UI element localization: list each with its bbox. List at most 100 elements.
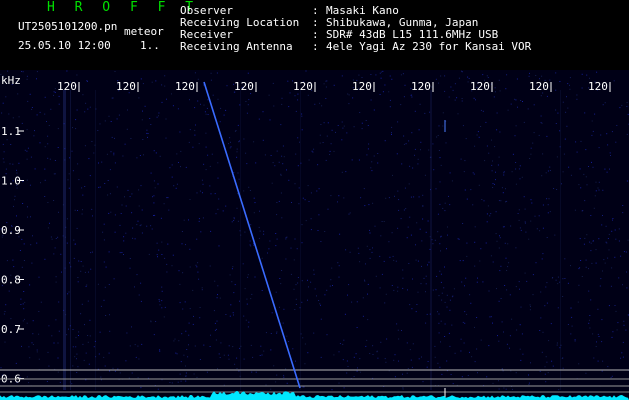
noise-speck <box>400 104 402 106</box>
noise-speck <box>410 359 412 361</box>
noise-speck <box>176 183 178 185</box>
noise-speck <box>549 79 551 81</box>
noise-speck <box>597 308 599 310</box>
noise-speck <box>76 353 78 355</box>
noise-speck <box>203 104 205 106</box>
noise-speck <box>437 362 439 364</box>
noise-speck <box>574 209 576 211</box>
noise-speck <box>283 374 285 376</box>
noise-speck <box>498 388 500 390</box>
noise-speck <box>590 215 592 216</box>
noise-speck <box>281 270 283 271</box>
noise-speck <box>166 197 168 199</box>
noise-speck <box>289 92 291 94</box>
noise-speck <box>528 75 530 77</box>
noise-speck <box>626 180 628 182</box>
noise-speck <box>519 348 521 350</box>
noise-speck <box>280 192 282 194</box>
noise-speck <box>189 199 191 200</box>
noise-speck <box>621 352 623 354</box>
noise-speck <box>408 183 410 185</box>
noise-speck <box>602 270 603 272</box>
noise-speck <box>400 74 402 76</box>
noise-speck <box>595 190 597 192</box>
noise-speck <box>206 371 208 373</box>
noise-speck <box>14 195 16 197</box>
noise-speck <box>335 131 336 133</box>
noise-speck <box>546 95 548 97</box>
noise-speck <box>276 374 278 376</box>
noise-speck <box>569 77 571 79</box>
noise-speck <box>245 152 247 154</box>
noise-speck <box>214 322 216 324</box>
noise-speck <box>109 370 111 372</box>
noise-speck <box>541 122 543 124</box>
noise-speck <box>574 340 576 342</box>
noise-speck <box>442 112 444 114</box>
noise-speck <box>114 137 115 139</box>
noise-speck <box>549 170 551 171</box>
noise-speck <box>466 255 468 257</box>
noise-speck <box>546 302 548 304</box>
noise-speck <box>561 183 562 185</box>
noise-speck <box>201 287 203 289</box>
noise-speck <box>66 218 68 220</box>
noise-speck <box>169 382 171 383</box>
noise-speck <box>495 179 496 181</box>
noise-speck <box>99 123 101 125</box>
noise-speck <box>397 190 399 192</box>
noise-speck <box>590 250 592 252</box>
noise-speck <box>169 167 171 169</box>
noise-speck <box>389 106 391 108</box>
noise-speck <box>238 370 240 372</box>
noise-speck <box>611 230 613 232</box>
noise-speck <box>431 86 433 88</box>
noise-speck <box>238 178 240 180</box>
noise-speck <box>233 292 235 294</box>
noise-speck <box>161 101 163 103</box>
noise-speck <box>569 88 571 90</box>
noise-speck <box>622 212 624 214</box>
noise-speck <box>398 199 400 201</box>
noise-speck <box>189 99 190 101</box>
noise-speck <box>288 106 290 108</box>
noise-speck <box>536 228 538 230</box>
noise-speck <box>372 247 373 249</box>
noise-speck <box>48 365 50 367</box>
noise-speck <box>16 172 18 174</box>
noise-speck <box>38 358 40 360</box>
noise-speck <box>559 281 561 283</box>
noise-speck <box>171 382 173 384</box>
noise-speck <box>82 343 84 345</box>
noise-speck <box>437 135 439 136</box>
info-label: Receiving Antenna <box>180 40 293 53</box>
noise-speck <box>386 338 388 340</box>
noise-speck <box>499 90 501 92</box>
noise-speck <box>270 349 272 351</box>
noise-speck <box>596 71 598 73</box>
noise-speck <box>545 381 547 383</box>
noise-speck <box>440 281 442 283</box>
noise-speck <box>184 301 186 303</box>
noise-speck <box>518 281 520 283</box>
noise-speck <box>200 231 202 233</box>
noise-speck <box>615 310 617 312</box>
noise-speck <box>286 335 288 337</box>
noise-speck <box>456 97 458 99</box>
noise-speck <box>446 360 448 362</box>
noise-speck <box>146 225 148 227</box>
noise-speck <box>510 103 512 105</box>
noise-speck <box>329 150 331 152</box>
noise-speck <box>46 381 48 382</box>
noise-speck <box>595 181 597 183</box>
noise-speck <box>219 357 221 358</box>
noise-speck <box>425 275 427 277</box>
noise-speck <box>29 93 31 95</box>
noise-speck <box>228 345 230 347</box>
noise-speck <box>467 76 469 78</box>
noise-speck <box>541 175 543 177</box>
noise-speck <box>46 121 47 122</box>
y-axis-unit-label: kHz <box>1 74 21 87</box>
noise-speck <box>75 128 77 130</box>
noise-speck <box>26 78 28 80</box>
